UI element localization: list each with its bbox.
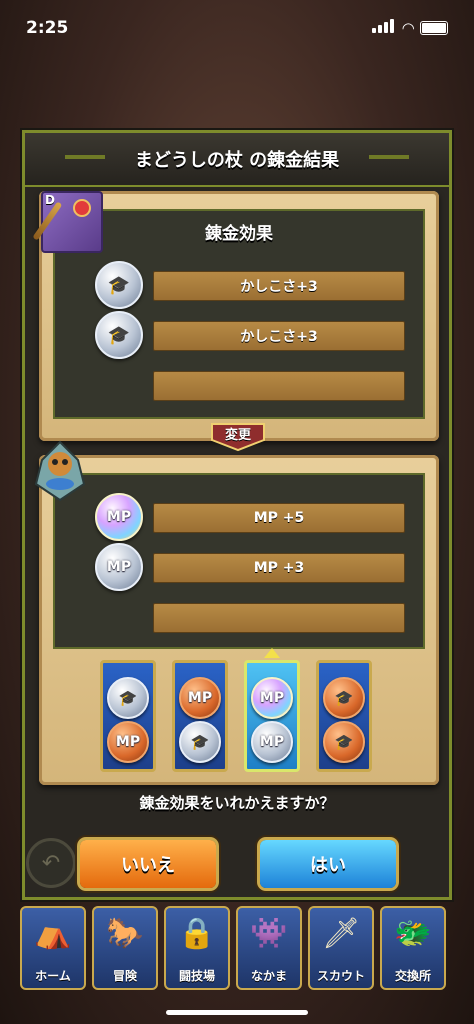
selected-indicator-icon	[264, 648, 280, 658]
title-ornament-right	[369, 155, 409, 159]
bottom-nav: ⛺ ホーム 🐎 冒険 🔒 闘技場 👾 なかま 🗡 スカウト 🐲 交換所	[14, 906, 460, 996]
effect-card-selected[interactable]: MP MP	[244, 660, 300, 772]
mp-rainbow-coin-icon: MP	[251, 677, 293, 719]
change-label: 変更	[224, 428, 251, 443]
mp-bronze-coin-icon: MP	[179, 677, 221, 719]
home-indicator[interactable]	[166, 1010, 308, 1015]
mp-bronze-coin-icon: MP	[107, 721, 149, 763]
status-bar: 2:25 ◠	[0, 0, 474, 56]
effect-card[interactable]: MP 🎓	[172, 660, 228, 772]
effect-row: MP MP +5	[95, 489, 405, 545]
nav-label: 交換所	[394, 969, 431, 983]
empty-effect-slot	[153, 603, 405, 633]
nav-exchange[interactable]: 🐲 交換所	[380, 906, 446, 990]
effect-slot: MP +3	[153, 553, 405, 583]
nav-party[interactable]: 👾 なかま	[236, 906, 302, 990]
nav-label: 闘技場	[178, 969, 215, 983]
intelligence-coin-icon: 🎓	[323, 677, 365, 719]
effects-header: 錬金効果	[205, 224, 273, 244]
effect-card[interactable]: 🎓 🎓	[316, 660, 372, 772]
nav-scout[interactable]: 🗡 スカウト	[308, 906, 374, 990]
nav-label: スカウト	[316, 969, 365, 983]
effect-row: 🎓 かしこさ+3	[95, 257, 405, 313]
nav-arena[interactable]: 🔒 闘技場	[164, 906, 230, 990]
monster-icon	[34, 440, 86, 502]
effect-cards: 🎓 MP MP 🎓 MP MP 🎓 🎓	[100, 648, 380, 774]
effect-slot: MP +5	[153, 503, 405, 533]
wagon-icon: 🐎	[106, 916, 144, 951]
intelligence-coin-icon: 🎓	[323, 721, 365, 763]
effect-slot: かしこさ+3	[153, 321, 405, 351]
effect-card[interactable]: 🎓 MP	[100, 660, 156, 772]
cellular-signal-icon	[372, 18, 396, 38]
nav-label: なかま	[250, 969, 287, 983]
intelligence-coin-icon: 🎓	[95, 311, 143, 359]
tent-icon: ⛺	[34, 916, 72, 951]
intelligence-coin-icon: 🎓	[107, 677, 149, 719]
back-arrow-icon: ↶	[41, 850, 61, 876]
current-effects-panel: 錬金効果 🎓 かしこさ+3 🎓 かしこさ+3	[53, 209, 425, 419]
staff-shaft	[32, 201, 63, 241]
nav-adventure[interactable]: 🐎 冒険	[92, 906, 158, 990]
dialog-title: まどうしの杖 の錬金結果	[134, 150, 340, 171]
confirm-question: 錬金効果をいれかえますか？	[139, 794, 335, 812]
exchange-icon: 🐲	[394, 916, 432, 951]
effect-slot: かしこさ+3	[153, 271, 405, 301]
status-time: 2:25	[26, 18, 69, 38]
status-indicators: ◠	[372, 18, 448, 38]
effect-row-empty	[95, 357, 405, 413]
battery-icon	[420, 21, 448, 35]
mp-silver-coin-icon: MP	[251, 721, 293, 763]
yes-button[interactable]: はい	[260, 840, 396, 888]
monsters-icon: 👾	[250, 916, 288, 951]
mp-rainbow-coin-icon: MP	[95, 493, 143, 541]
lock-icon: 🔒	[178, 916, 216, 951]
nav-label: ホーム	[35, 969, 71, 983]
scout-icon: 🗡	[321, 916, 361, 951]
alchemy-result-dialog: まどうしの杖 の錬金結果 錬金効果 🎓 かしこさ+3 🎓 かしこさ+3 D MP…	[22, 130, 452, 900]
intelligence-coin-icon: 🎓	[179, 721, 221, 763]
new-effects-panel: MP MP +5 MP MP +3	[53, 473, 425, 649]
back-button[interactable]: ↶	[26, 838, 76, 888]
mp-silver-coin-icon: MP	[95, 543, 143, 591]
staff-gem	[73, 199, 91, 217]
nav-label: 冒険	[112, 969, 137, 983]
intelligence-coin-icon: 🎓	[95, 261, 143, 309]
effect-row-empty	[95, 589, 405, 645]
title-ornament-left	[65, 155, 105, 159]
no-button[interactable]: いいえ	[80, 840, 216, 888]
nav-home[interactable]: ⛺ ホーム	[20, 906, 86, 990]
wifi-icon: ◠	[402, 19, 414, 37]
staff-item-icon: D	[32, 191, 103, 253]
dialog-title-bar: まどうしの杖 の錬金結果	[25, 133, 449, 187]
change-badge: 変更	[210, 422, 266, 452]
empty-effect-slot	[153, 371, 405, 401]
effect-row: MP MP +3	[95, 539, 405, 595]
effect-row: 🎓 かしこさ+3	[95, 307, 405, 363]
